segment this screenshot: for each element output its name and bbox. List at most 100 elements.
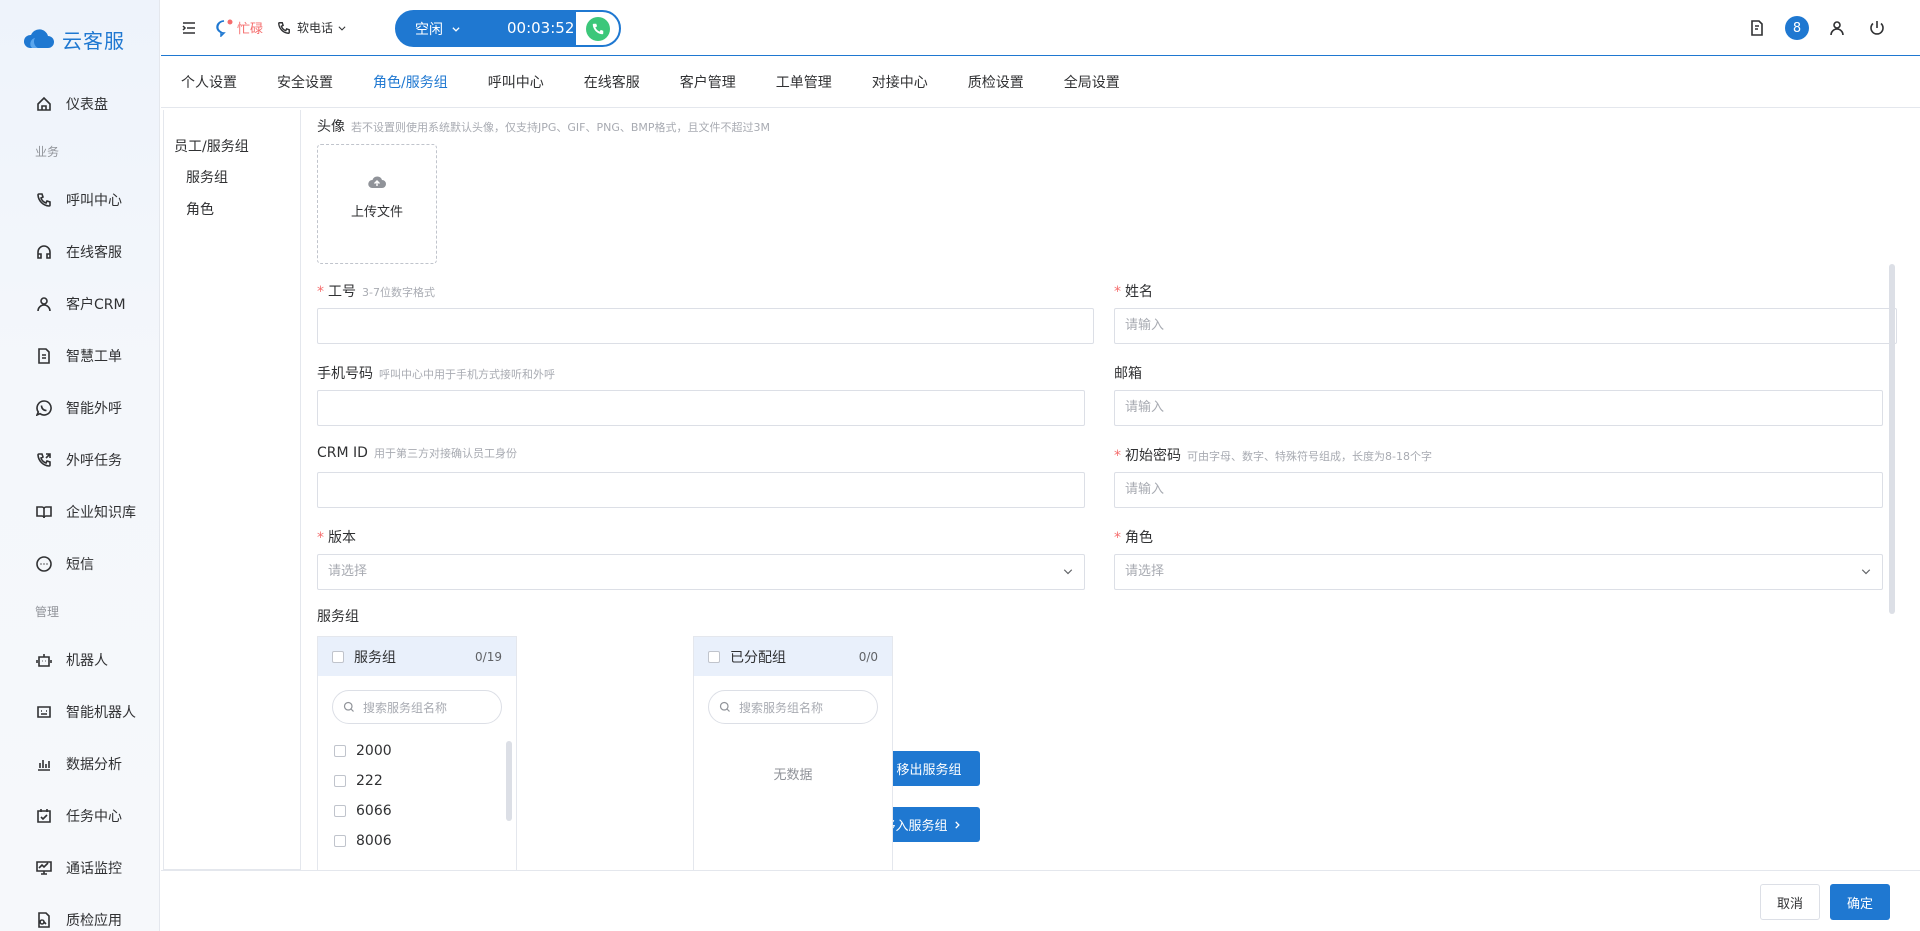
role-select[interactable]: 请选择 xyxy=(1114,554,1883,590)
subnav-item-service-group[interactable]: 服务组 xyxy=(164,156,300,188)
sidebar: 云客服 仪表盘 业务 呼叫中心 在线客服 客户CRM 智慧工单 智能外呼 外呼任务 企业知识库短… xyxy=(0,0,160,931)
user-profile-button[interactable] xyxy=(1824,15,1850,41)
sidebar-item[interactable]: 呼叫中心 xyxy=(0,174,159,226)
notification-button[interactable]: 8 xyxy=(1784,15,1810,41)
tab[interactable]: 质检设置 xyxy=(968,72,1024,92)
confirm-button[interactable]: 确定 xyxy=(1830,884,1890,920)
tab[interactable]: 工单管理 xyxy=(776,72,832,92)
form-footer: 取消 确定 xyxy=(161,870,1920,931)
phone-out-icon xyxy=(37,453,51,467)
document-settings-button[interactable] xyxy=(1744,15,1770,41)
search-placeholder: 搜索服务组名称 xyxy=(363,700,448,715)
app-logo[interactable]: 云客服 xyxy=(0,0,159,78)
job-no-input[interactable] xyxy=(317,308,1094,344)
item-checkbox[interactable] xyxy=(334,745,346,757)
tab[interactable]: 客户管理 xyxy=(680,72,736,92)
name-input[interactable]: 请输入 xyxy=(1114,308,1897,344)
phone-mode-select[interactable]: 软电话 xyxy=(277,19,353,36)
name-label-text: 姓名 xyxy=(1125,284,1153,300)
sidebar-item[interactable]: 通话监控 xyxy=(0,842,159,894)
sidebar-item[interactable]: 仪表盘 xyxy=(0,78,159,130)
employee-form: 头像 若不设置则使用系统默认头像，仅支持JPG、GIF、PNG、BMP格式，且文件… xyxy=(317,108,1897,870)
avatar-upload[interactable]: 上传文件 xyxy=(317,144,437,264)
sidebar-item[interactable]: 机器人 xyxy=(0,634,159,686)
sms-icon xyxy=(36,556,52,572)
sidebar-item[interactable]: 企业知识库 xyxy=(0,486,159,538)
job-no-label: * 工号 3-7位数字格式 xyxy=(317,284,435,300)
sidebar-item[interactable]: 质检应用 xyxy=(0,894,159,931)
select-all-checkbox[interactable] xyxy=(708,650,720,663)
list-item[interactable]: 6066 xyxy=(334,796,516,826)
whatsapp-icon xyxy=(36,400,52,416)
settings-tabs: 个人设置 安全设置 角色/服务组 呼叫中心 在线客服 客户管理 工单管理 对接中心 质检设置 全局… xyxy=(161,57,1920,108)
monitor-icon xyxy=(36,861,52,875)
avatar-label-text: 头像 xyxy=(317,119,345,135)
agent-status[interactable]: 忙碌 软电话 xyxy=(215,18,353,37)
book-icon xyxy=(36,506,52,519)
select-all-checkbox[interactable] xyxy=(332,650,344,663)
call-timer: 00:03:52 xyxy=(507,19,575,37)
list-item[interactable]: 222 xyxy=(334,766,516,796)
search-icon xyxy=(719,701,730,712)
tab[interactable]: 对接中心 xyxy=(872,72,928,92)
version-select[interactable]: 请选择 xyxy=(317,554,1085,590)
mobile-hint: 呼叫中心中用于手机方式接听和外呼 xyxy=(379,368,555,381)
avatar-label: 头像 若不设置则使用系统默认头像，仅支持JPG、GIF、PNG、BMP格式，且文件… xyxy=(317,116,770,136)
cloud-logo-icon xyxy=(23,29,54,48)
sidebar-item[interactable]: 智能机器人 xyxy=(0,686,159,738)
sidebar-item[interactable]: 任务中心 xyxy=(0,790,159,842)
chevron-down-icon xyxy=(452,26,460,32)
tab[interactable]: 全局设置 xyxy=(1064,72,1120,92)
transfer-target-title: 已分配组 xyxy=(730,649,786,666)
list-item[interactable]: 8006 xyxy=(334,826,516,856)
page-scrollbar[interactable] xyxy=(1889,264,1895,614)
sidebar-item[interactable]: 外呼任务 xyxy=(0,434,159,486)
menu-collapse-icon[interactable] xyxy=(181,20,197,36)
name-label: * 姓名 xyxy=(1114,284,1153,300)
tab[interactable]: 角色/服务组 xyxy=(373,72,448,92)
sidebar-item[interactable]: 在线客服 xyxy=(0,226,159,278)
sidebar-item-label: 智能外呼 xyxy=(66,401,122,417)
phone-mode-label: 软电话 xyxy=(297,21,334,35)
password-input[interactable]: 请输入 xyxy=(1114,472,1883,508)
transfer-source-header: 服务组 0/19 xyxy=(318,637,516,676)
crm-id-label-text: CRM ID xyxy=(317,445,368,461)
mobile-input[interactable] xyxy=(317,390,1085,426)
sidebar-item[interactable]: 客户CRM xyxy=(0,278,159,330)
version-label: * 版本 xyxy=(317,530,356,546)
sidebar-item-label: 呼叫中心 xyxy=(66,193,122,209)
logout-button[interactable] xyxy=(1864,15,1890,41)
call-answer-button[interactable] xyxy=(576,12,619,45)
mobile-label-text: 手机号码 xyxy=(317,366,373,382)
sidebar-item[interactable]: 智慧工单 xyxy=(0,330,159,382)
transfer-target-count: 0/0 xyxy=(858,649,878,664)
list-item[interactable]: 2000 xyxy=(334,736,516,766)
home-icon xyxy=(37,96,51,111)
transfer-source-scrollbar[interactable] xyxy=(506,741,512,821)
service-group-label: 服务组 xyxy=(317,609,359,625)
crm-id-input[interactable] xyxy=(317,472,1085,508)
cloud-upload-icon xyxy=(318,175,436,193)
chevron-down-icon xyxy=(1861,569,1871,575)
email-label: 邮箱 xyxy=(1114,363,1142,383)
tab[interactable]: 在线客服 xyxy=(584,72,640,92)
item-checkbox[interactable] xyxy=(334,805,346,817)
item-checkbox[interactable] xyxy=(334,775,346,787)
subnav-item-role[interactable]: 角色 xyxy=(164,188,300,220)
tab[interactable]: 呼叫中心 xyxy=(488,72,544,92)
version-label-text: 版本 xyxy=(328,530,356,546)
transfer-source-search[interactable]: 搜索服务组名称 xyxy=(332,690,502,724)
list-item-label: 2000 xyxy=(356,743,392,759)
subnav-group-title[interactable]: 员工/服务组 xyxy=(164,110,300,156)
email-input[interactable]: 请输入 xyxy=(1114,390,1883,426)
role-label: * 角色 xyxy=(1114,530,1153,546)
tab[interactable]: 安全设置 xyxy=(277,72,333,92)
sidebar-item[interactable]: 短信 xyxy=(0,538,159,590)
cancel-button[interactable]: 取消 xyxy=(1760,884,1820,920)
sidebar-item[interactable]: 数据分析 xyxy=(0,738,159,790)
tab[interactable]: 个人设置 xyxy=(181,72,237,92)
call-state-select[interactable]: 空闲 xyxy=(415,19,461,39)
transfer-target-search[interactable]: 搜索服务组名称 xyxy=(708,690,878,724)
item-checkbox[interactable] xyxy=(334,835,346,847)
sidebar-item[interactable]: 智能外呼 xyxy=(0,382,159,434)
